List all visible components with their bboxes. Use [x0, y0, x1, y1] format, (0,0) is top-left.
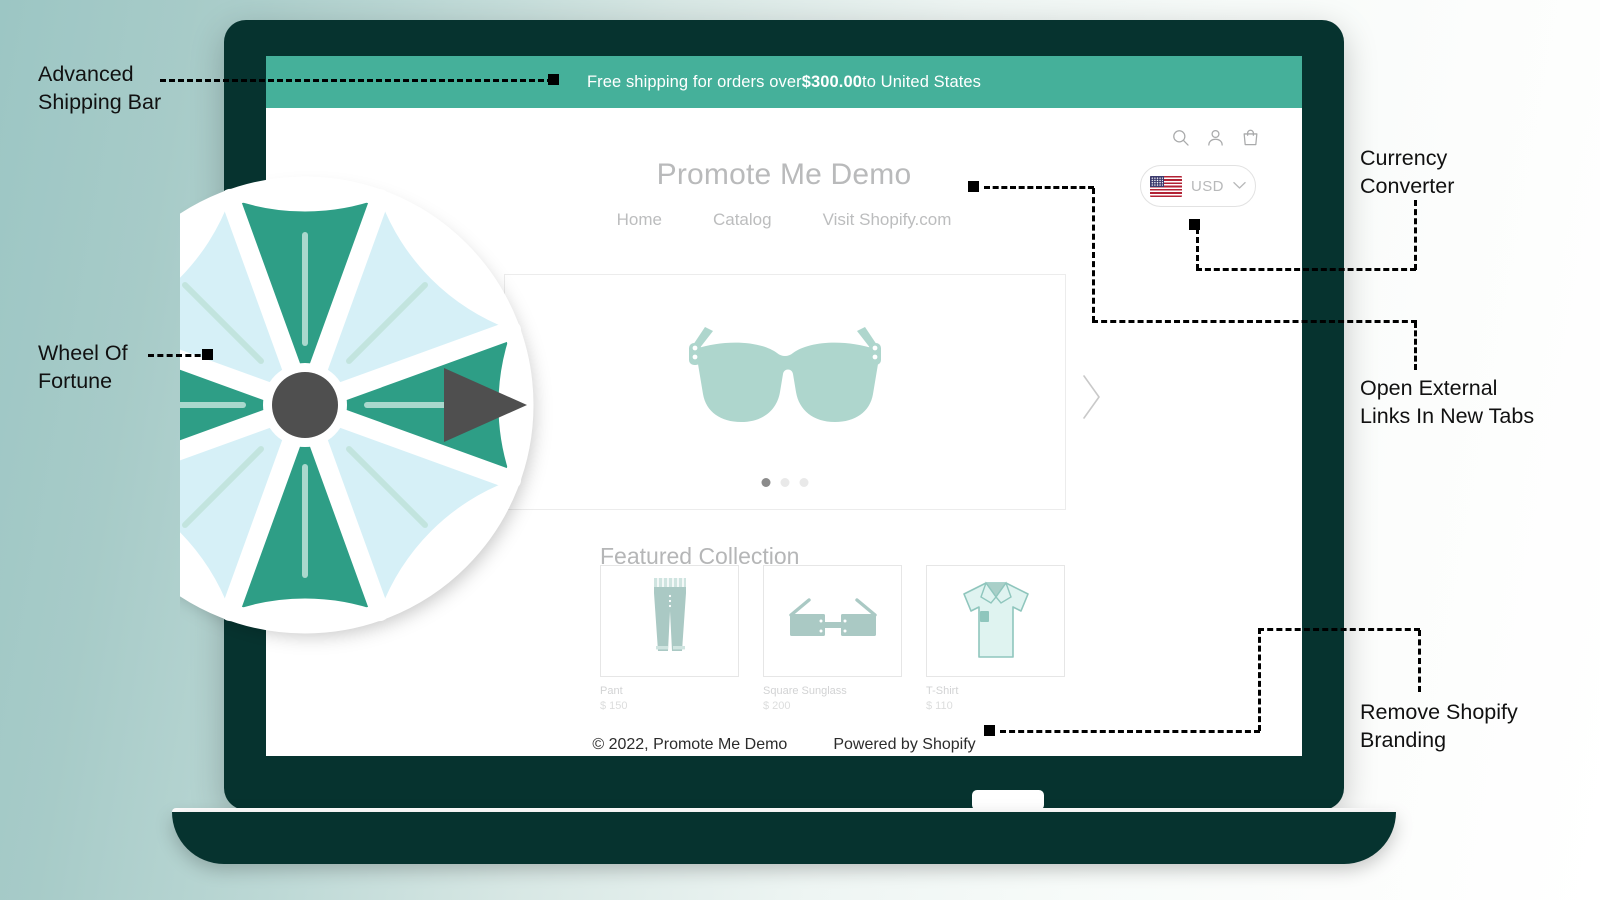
annotation-dot-wheel	[202, 349, 213, 360]
screenshot-stage: Free shipping for orders over $300.00 to…	[0, 0, 1600, 900]
annotation-line-links-v2	[1092, 188, 1095, 322]
annotation-line-currency-h	[1196, 268, 1416, 271]
annotation-line-branding-v	[1418, 630, 1421, 692]
sunglass-illustration	[787, 591, 879, 652]
footer-copyright: © 2022, Promote Me Demo	[592, 736, 788, 753]
annotation-currency-converter: Currency Converter	[1360, 146, 1455, 198]
product-name: T-Shirt	[926, 685, 959, 697]
annotation-wheel-of-fortune: Wheel Of Fortune	[38, 341, 128, 393]
nav-visit-shopify[interactable]: Visit Shopify.com	[823, 210, 952, 230]
annotation-line-currency-v2	[1196, 228, 1199, 270]
annotation-open-external-links: Open External Links In New Tabs	[1360, 376, 1535, 428]
annotation-line-wheel	[148, 354, 210, 357]
annotation-line-branding-h	[1258, 628, 1420, 631]
currency-code: USD	[1191, 177, 1224, 195]
advanced-shipping-bar: Free shipping for orders over $300.00 to…	[266, 56, 1302, 108]
store-nav: Home Catalog Visit Shopify.com	[266, 210, 1302, 230]
shipping-bar-amount: $300.00	[801, 72, 863, 91]
header-icons	[1171, 128, 1260, 147]
annotation-dot-currency	[1189, 219, 1200, 230]
annotation-dot-shipping	[548, 74, 559, 85]
annotation-dot-branding	[984, 725, 995, 736]
product-thumb-square-sunglass[interactable]	[763, 565, 902, 677]
product-price: $ 150	[600, 700, 628, 712]
nav-home[interactable]: Home	[617, 210, 662, 230]
store-header: Promote Me Demo Home Catalog Visit Shopi…	[266, 108, 1302, 253]
sunglasses-illustration	[665, 301, 905, 450]
annotation-dot-links	[968, 181, 979, 192]
hero-slider-dots	[761, 478, 809, 487]
hero-dot-1[interactable]	[761, 478, 771, 487]
search-icon[interactable]	[1171, 128, 1190, 147]
product-price: $ 200	[763, 700, 791, 712]
nav-catalog[interactable]: Catalog	[713, 210, 772, 230]
product-card-tshirt[interactable]: T-Shirt $ 110	[926, 565, 1065, 712]
next-slide-arrow[interactable]	[1081, 373, 1103, 426]
us-flag-icon	[1150, 175, 1182, 197]
annotation-advanced-shipping-bar: Advanced Shipping Bar	[38, 62, 162, 114]
account-icon[interactable]	[1206, 128, 1225, 147]
currency-converter-selector[interactable]: USD	[1140, 165, 1256, 207]
shipping-bar-prefix: Free shipping for orders over	[586, 72, 802, 91]
hero-dot-2[interactable]	[780, 478, 790, 487]
annotation-line-currency-v	[1414, 200, 1417, 270]
laptop-screen: Free shipping for orders over $300.00 to…	[266, 56, 1302, 756]
chevron-down-icon	[1233, 177, 1246, 195]
annotation-line-links-h	[1092, 320, 1417, 323]
laptop-bottom-notch	[972, 790, 1044, 810]
product-name: Square Sunglass	[763, 685, 847, 697]
hero-slider	[504, 274, 1100, 510]
product-name: Pant	[600, 685, 623, 697]
annotation-line-branding-h2	[1000, 730, 1260, 733]
product-card-square-sunglass[interactable]: Square Sunglass $ 200	[763, 565, 902, 712]
product-thumb-tshirt[interactable]	[926, 565, 1065, 677]
hero-dot-3[interactable]	[799, 478, 809, 487]
pant-illustration	[640, 576, 700, 667]
product-card-pant[interactable]: Pant $ 150	[600, 565, 739, 712]
laptop-frame: Free shipping for orders over $300.00 to…	[224, 20, 1344, 810]
annotation-line-links-h2	[984, 186, 1094, 189]
annotation-line-links-v	[1414, 322, 1417, 370]
product-thumb-pant[interactable]	[600, 565, 739, 677]
laptop-base	[172, 812, 1396, 864]
cart-icon[interactable]	[1241, 128, 1260, 147]
shipping-bar-suffix: to United States	[862, 72, 982, 91]
footer-powered-by[interactable]: Powered by Shopify	[833, 736, 975, 754]
tshirt-illustration	[958, 577, 1034, 666]
store-footer: © 2022, Promote Me Demo Powered by Shopi…	[266, 736, 1302, 754]
annotation-line-branding-v2	[1258, 628, 1261, 731]
product-grid: Pant $ 150 Square Sunglass $ 200 T-Shirt…	[600, 565, 1065, 712]
annotation-line-shipping	[160, 79, 553, 82]
product-price: $ 110	[926, 700, 953, 712]
annotation-remove-shopify-branding: Remove Shopify Branding	[1360, 700, 1518, 752]
